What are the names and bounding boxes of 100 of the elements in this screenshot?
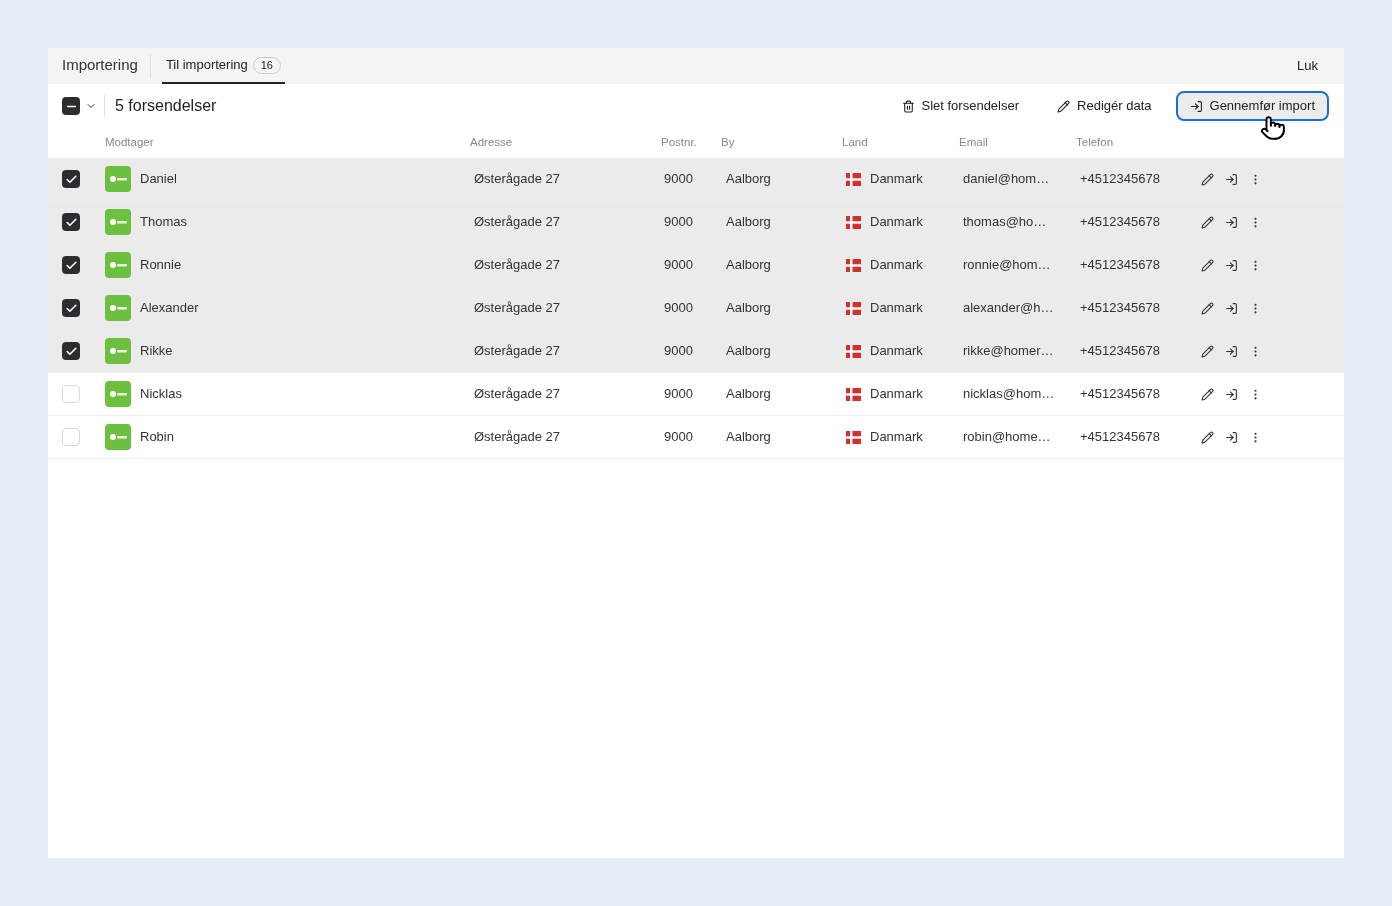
carrier-logo-icon [105, 381, 131, 407]
edit-icon[interactable] [1201, 215, 1214, 229]
table-cell-text: 9000 [663, 342, 694, 361]
table-cell-text: nicklas@hom… [962, 385, 1056, 404]
table-cell-text: Alexander [140, 299, 199, 318]
checkbox[interactable] [62, 385, 80, 403]
table-cell-text: Aalborg [725, 385, 772, 404]
table-cell-text: +4512345678 [1079, 385, 1161, 404]
table-cell-text: 9000 [663, 256, 694, 275]
import-action-button[interactable]: Gennemfør import [1175, 91, 1329, 121]
table-cell-text: 9000 [663, 213, 694, 232]
edit-icon[interactable] [1201, 387, 1214, 401]
import-arrow-icon [1189, 99, 1203, 113]
panel-title: Importering [62, 54, 151, 78]
edit-icon[interactable] [1201, 344, 1214, 358]
checkbox[interactable] [62, 213, 80, 231]
carrier-logo-icon [105, 424, 131, 450]
checkbox[interactable] [62, 428, 80, 446]
denmark-flag-icon [846, 387, 861, 401]
delete-action-button[interactable]: Slet forsendelser [887, 91, 1034, 121]
denmark-flag-icon [846, 258, 861, 272]
table-cell-text: Danmark [870, 256, 923, 275]
table-cell-text: Østerågade 27 [473, 299, 561, 318]
table-cell-text: daniel@hom… [962, 170, 1051, 189]
table-cell-text: Danmark [870, 170, 923, 189]
trash-icon [901, 99, 915, 113]
table-cell-text: +4512345678 [1079, 213, 1161, 232]
table-cell-text: +4512345678 [1079, 299, 1161, 318]
checkbox[interactable] [62, 342, 80, 360]
table-row[interactable]: Daniel Østerågade 27 9000 Aalborg Danmark daniel@hom… +4512345678 [48, 158, 1344, 201]
edit-icon[interactable] [1201, 258, 1214, 272]
table-row[interactable]: Ronnie Østerågade 27 9000 Aalborg Danmark ronnie@hom… +4512345678 [48, 244, 1344, 287]
carrier-logo-icon [105, 166, 131, 192]
edit-action-button[interactable]: Redigér data [1043, 91, 1166, 121]
table-cell-text: +4512345678 [1079, 428, 1161, 447]
table-cell-text: Østerågade 27 [473, 213, 561, 232]
denmark-flag-icon [846, 215, 861, 229]
carrier-logo-icon [105, 252, 131, 278]
column-header: Email [959, 135, 989, 151]
table-row[interactable]: Rikke Østerågade 27 9000 Aalborg Danmark rikke@homer… +4512345678 [48, 330, 1344, 373]
table-cell-text: alexander@h… [962, 299, 1055, 318]
checkbox[interactable] [62, 97, 80, 115]
table-cell-text: Aalborg [725, 299, 772, 318]
import-icon[interactable] [1225, 215, 1238, 229]
table-cell-text: Aalborg [725, 342, 772, 361]
column-header: Land [842, 135, 869, 151]
table-cell-text: 9000 [663, 428, 694, 447]
table-cell-text: Østerågade 27 [473, 385, 561, 404]
denmark-flag-icon [846, 172, 861, 186]
table-cell-text: Aalborg [725, 256, 772, 275]
table-cell-text: 9000 [663, 299, 694, 318]
selection-count: 5 forsendelser [115, 96, 217, 116]
denmark-flag-icon [846, 430, 861, 444]
table-cell-text: thomas@ho… [962, 213, 1048, 232]
tab[interactable]: Til importering 16 [161, 48, 285, 84]
table-cell-text: 9000 [663, 170, 694, 189]
table-cell-text: Danmark [870, 213, 923, 232]
import-icon[interactable] [1225, 301, 1238, 315]
import-icon[interactable] [1225, 430, 1238, 444]
edit-icon[interactable] [1201, 301, 1214, 315]
check-icon [64, 172, 78, 186]
pencil-icon [1057, 99, 1071, 113]
table-row[interactable]: Alexander Østerågade 27 9000 Aalborg Danmark alexander@h… +4512345678 [48, 287, 1344, 330]
carrier-logo-icon [105, 295, 131, 321]
edit-icon[interactable] [1201, 430, 1214, 444]
column-header: Modtager [104, 135, 155, 151]
table-cell-text: Rikke [140, 342, 173, 361]
table-cell-text: 9000 [663, 385, 694, 404]
table-cell-text: Nicklas [140, 385, 182, 404]
import-icon[interactable] [1225, 387, 1238, 401]
column-header: Telefon [1076, 135, 1115, 151]
checkbox[interactable] [62, 256, 80, 274]
hand-cursor-icon [1260, 115, 1286, 141]
table-row[interactable]: Thomas Østerågade 27 9000 Aalborg Danmark thomas@ho… +4512345678 [48, 201, 1344, 244]
checkbox[interactable] [62, 170, 80, 188]
table-cell-text: Danmark [870, 385, 923, 404]
import-icon[interactable] [1225, 258, 1238, 272]
table-cell-text: +4512345678 [1079, 170, 1161, 189]
import-icon[interactable] [1225, 172, 1238, 186]
table-cell-text: Østerågade 27 [473, 170, 561, 189]
column-header: Postnr. [661, 135, 698, 151]
column-header: By [721, 135, 736, 151]
close-button[interactable]: Luk [1297, 48, 1318, 84]
check-icon [64, 258, 78, 272]
checkbox[interactable] [62, 299, 80, 317]
check-icon [64, 344, 78, 358]
import-icon[interactable] [1225, 344, 1238, 358]
table-cell-text: Danmark [870, 428, 923, 447]
check-icon [64, 215, 78, 229]
table-cell-text: Østerågade 27 [473, 428, 561, 447]
edit-icon[interactable] [1201, 172, 1214, 186]
table-cell-text: Danmark [870, 342, 923, 361]
carrier-logo-icon [105, 338, 131, 364]
denmark-flag-icon [846, 344, 861, 358]
table-cell-text: Danmark [870, 299, 923, 318]
column-header: Adresse [470, 135, 514, 151]
table-cell-text: Aalborg [725, 170, 772, 189]
denmark-flag-icon [846, 301, 861, 315]
table-cell-text: +4512345678 [1079, 256, 1161, 275]
table-cell-text: ronnie@hom… [962, 256, 1052, 275]
